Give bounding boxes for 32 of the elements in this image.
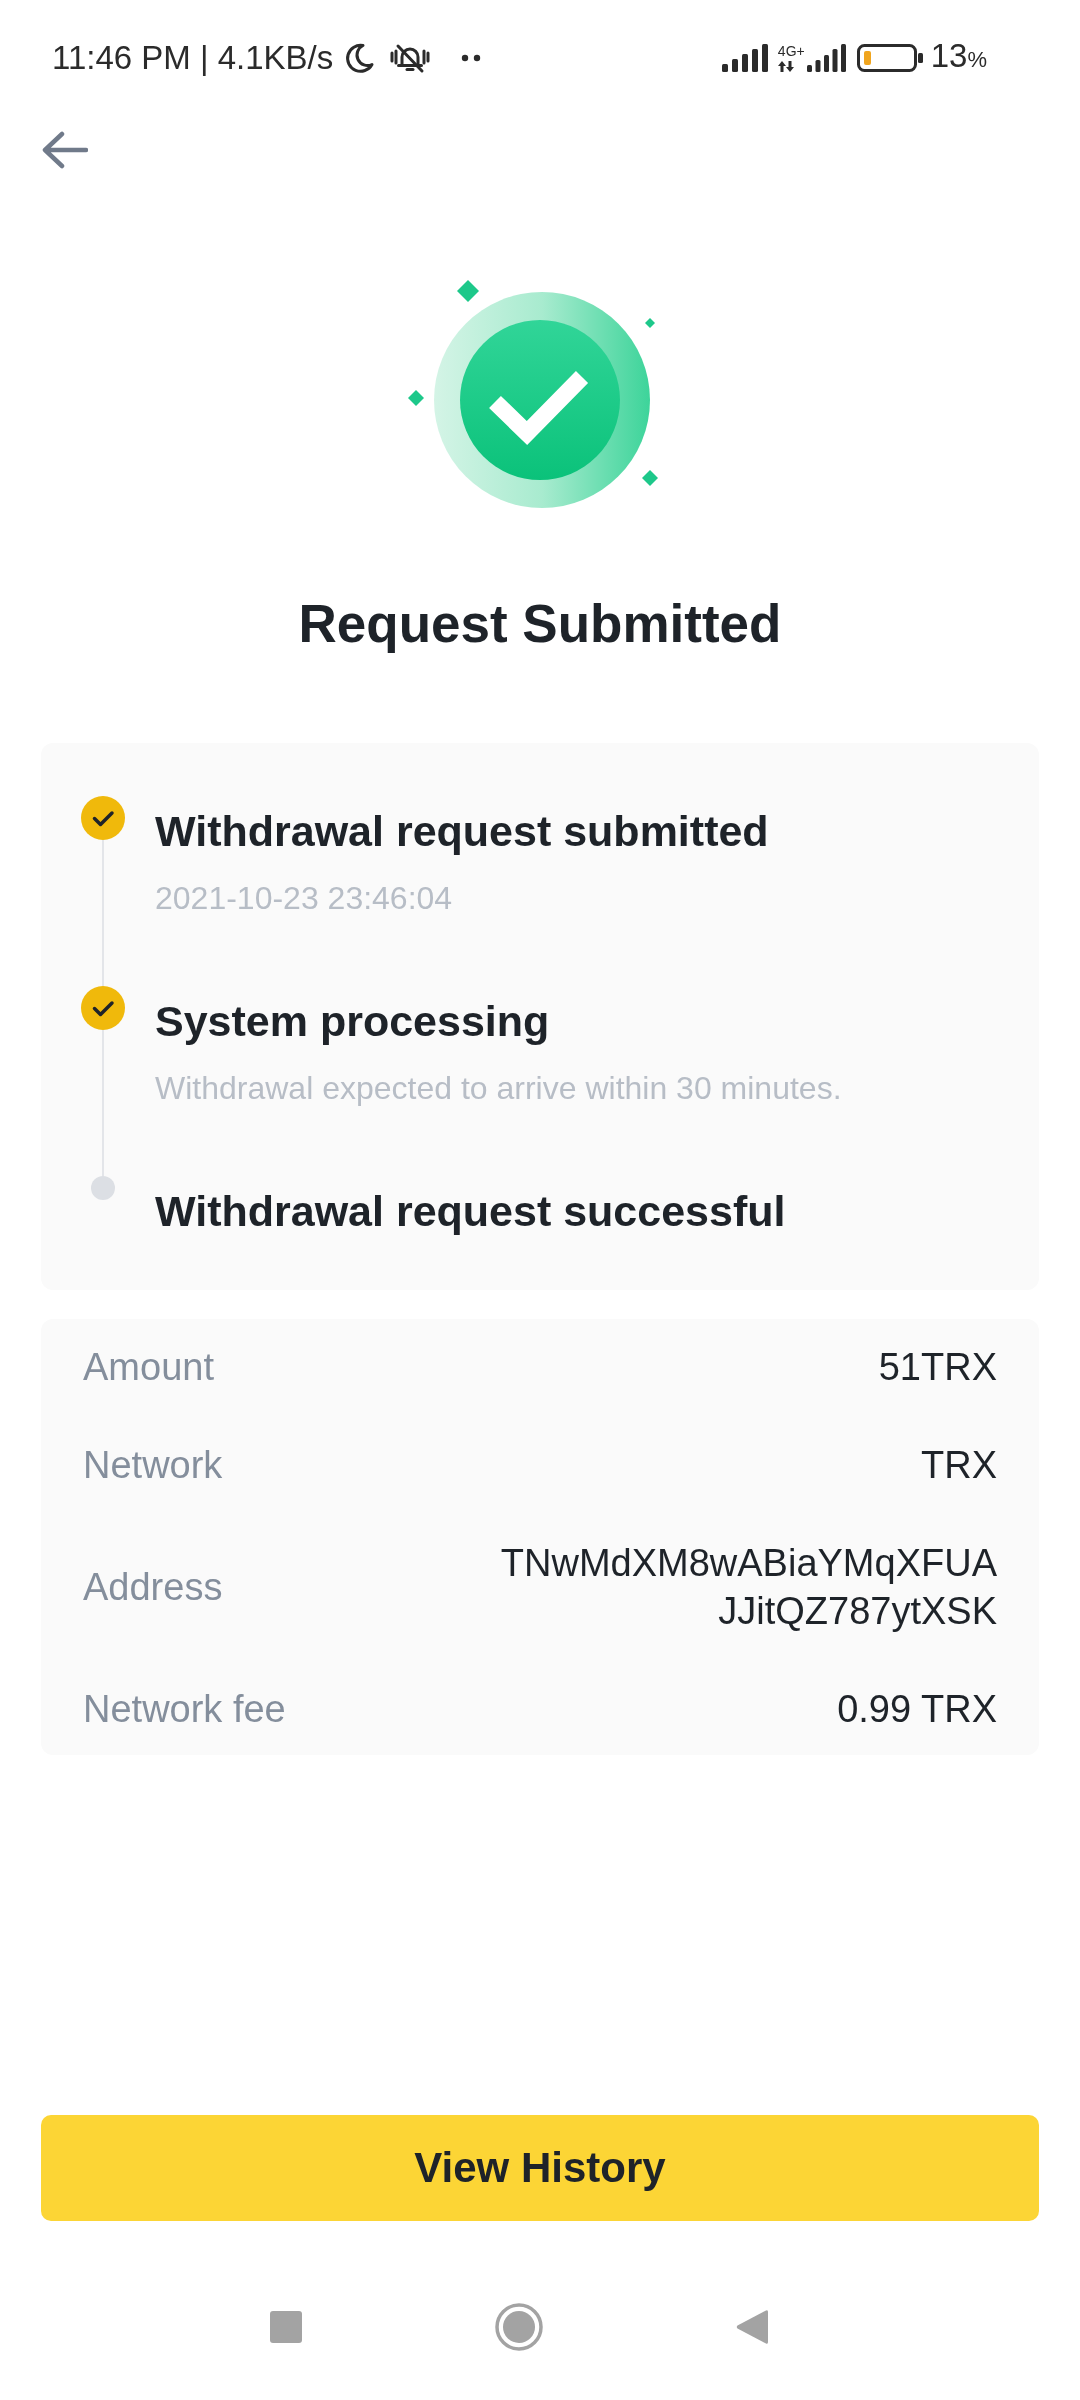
step-detail: 2021-10-23 23:46:04 (155, 879, 454, 918)
view-history-button[interactable]: View History (41, 2115, 1039, 2221)
detail-value: TNwMdXM8wABiaYMqXFUAJJitQZ787ytXSK (499, 1541, 997, 1634)
battery-icon (856, 43, 923, 72)
sparkle-icon (642, 470, 658, 486)
more-dots-icon (461, 53, 482, 62)
battery-percentage: 13% (930, 35, 987, 76)
signal-icon (721, 43, 768, 72)
detail-label: Network fee (83, 1687, 286, 1732)
step-title: Withdrawal request successful (155, 1186, 786, 1237)
step-title: Withdrawal request submitted (155, 806, 769, 857)
success-check-icon (434, 292, 650, 508)
status-time-speed: 11:46 PM | 4.1KB/s (52, 37, 334, 78)
step-detail: Withdrawal expected to arrive within 30 minutes. (155, 1069, 842, 1108)
detail-label: Address (83, 1565, 223, 1610)
sparkle-icon (408, 390, 424, 406)
moon-icon (343, 41, 376, 74)
sparkle-icon (645, 318, 655, 328)
nav-back-icon[interactable] (736, 2309, 768, 2345)
detail-value: 0.99 TRX (837, 1687, 997, 1732)
step-title: System processing (155, 996, 551, 1047)
signal-icon (806, 43, 847, 72)
detail-value: TRX (921, 1443, 997, 1488)
data-arrows-icon (777, 60, 794, 72)
detail-label: Network (83, 1443, 223, 1488)
home-icon[interactable] (495, 2303, 543, 2351)
back-arrow-icon[interactable] (40, 130, 88, 170)
detail-value: 51TRX (878, 1345, 997, 1390)
sparkle-icon (457, 280, 479, 302)
result-title: Request Submitted (297, 593, 783, 655)
network-type-label: 4G+ (777, 43, 805, 59)
detail-label: Amount (83, 1345, 214, 1390)
